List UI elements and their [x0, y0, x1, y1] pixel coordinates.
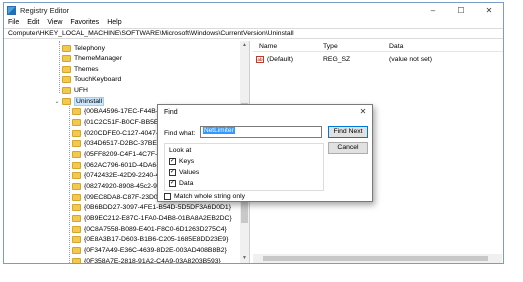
- horizontal-scroll-thumb[interactable]: [263, 256, 488, 261]
- folder-icon: [72, 108, 81, 116]
- look-at-group: Look at ✓ Keys ✓ Values ✓ Data: [164, 143, 324, 191]
- find-what-value: NetLimiter: [203, 127, 235, 134]
- value-type: REG_SZ: [323, 55, 351, 63]
- checkbox-checked-icon[interactable]: ✓: [169, 158, 176, 165]
- folder-icon: [72, 204, 81, 212]
- find-dialog-title[interactable]: Find: [158, 105, 372, 119]
- tree-item-label: UFH: [74, 87, 88, 95]
- folder-icon: [72, 214, 81, 222]
- match-whole-string-label: Match whole string only: [174, 193, 246, 200]
- minimize-button[interactable]: –: [419, 3, 447, 17]
- folder-icon: [62, 65, 71, 73]
- value-data: (value not set): [389, 55, 433, 63]
- menu-bar: File Edit View Favorites Help: [4, 17, 503, 28]
- find-what-label: Find what:: [164, 130, 196, 137]
- tree-item[interactable]: UFH: [62, 86, 88, 96]
- folder-icon: [72, 129, 81, 137]
- tree-item[interactable]: {0B6BDD27-3097-4FE1-B54D-5D5DF3A6D0D1}: [72, 203, 231, 213]
- checkbox-unchecked-icon[interactable]: [164, 193, 171, 200]
- menu-edit[interactable]: Edit: [27, 19, 39, 26]
- find-what-input[interactable]: NetLimiter: [200, 126, 322, 138]
- collapse-chevron-icon[interactable]: ⌄: [54, 98, 60, 105]
- folder-icon: [72, 151, 81, 158]
- folder-icon: [62, 55, 71, 63]
- tree-item[interactable]: TouchKeyboard: [62, 75, 121, 85]
- tree-guide: [59, 41, 60, 93]
- values-label: Values: [179, 169, 200, 176]
- folder-icon: [72, 193, 81, 201]
- folder-icon: [72, 140, 81, 148]
- tree-item-label: Themes: [74, 65, 99, 73]
- match-whole-string-checkbox[interactable]: Match whole string only: [164, 193, 245, 200]
- folder-icon: [72, 119, 81, 127]
- tree-item[interactable]: Telephony: [62, 43, 105, 53]
- menu-help[interactable]: Help: [107, 19, 121, 26]
- folder-icon: [62, 87, 71, 95]
- folder-icon: [72, 257, 81, 263]
- folder-icon: [62, 76, 71, 84]
- value-row[interactable]: ab (Default) REG_SZ (value not set): [253, 54, 503, 64]
- keys-checkbox[interactable]: ✓ Keys: [169, 158, 194, 165]
- tree-item[interactable]: {0E8A3B17-D603-B1B6-C205-1685E8DD23E9}: [72, 235, 228, 245]
- tree-item[interactable]: {0F347A49-E36C-4639-8D2E-003AD408B8B2}: [72, 245, 227, 255]
- find-dialog: Find ✕ Find what: NetLimiter Find Next C…: [157, 104, 373, 202]
- tree-item-uninstall[interactable]: ⌄ Uninstall: [54, 96, 105, 106]
- checkbox-checked-icon[interactable]: ✓: [169, 169, 176, 176]
- tree-item[interactable]: {0F358A7E-2818-91A2-C4A9-03A8203B593}: [72, 256, 221, 263]
- folder-icon: [62, 97, 71, 105]
- scroll-down-icon[interactable]: ▼: [240, 254, 249, 263]
- folder-icon: [72, 172, 81, 180]
- values-checkbox[interactable]: ✓ Values: [169, 169, 199, 176]
- string-value-icon: ab: [256, 55, 264, 63]
- menu-view[interactable]: View: [47, 19, 62, 26]
- folder-icon: [72, 246, 81, 254]
- tree-guide: [69, 99, 70, 263]
- address-bar[interactable]: Computer\HKEY_LOCAL_MACHINE\SOFTWARE\Mic…: [4, 28, 503, 39]
- tree-item[interactable]: {0C8A7558-B089-E401-F8C0-6D1263D275C4}: [72, 224, 227, 234]
- scroll-up-icon[interactable]: ▲: [240, 41, 249, 50]
- value-name: (Default): [267, 55, 294, 63]
- menu-favorites[interactable]: Favorites: [70, 19, 99, 26]
- address-path[interactable]: Computer\HKEY_LOCAL_MACHINE\SOFTWARE\Mic…: [8, 30, 294, 37]
- tree-item-label: TouchKeyboard: [74, 76, 122, 84]
- tree-item[interactable]: Themes: [62, 64, 99, 74]
- tree-item-label: {0F358A7E-2818-91A2-C4A9-03A8203B593}: [84, 257, 221, 264]
- folder-icon: [72, 236, 81, 244]
- column-type-header[interactable]: Type: [323, 43, 338, 50]
- folder-icon: [72, 225, 81, 233]
- maximize-button[interactable]: ☐: [447, 3, 475, 17]
- close-button[interactable]: ✕: [475, 3, 503, 17]
- find-dialog-close-icon[interactable]: ✕: [354, 105, 372, 119]
- window-title: Registry Editor: [20, 5, 70, 15]
- tree-item-label: {0B6BDD27-3097-4FE1-B54D-5D5DF3A6D0D1}: [84, 204, 231, 212]
- values-header: Name Type Data: [253, 41, 503, 52]
- window-controls: – ☐ ✕: [419, 3, 503, 17]
- registry-editor-icon: [7, 5, 16, 15]
- tree-item[interactable]: {0B9EC212-E87C-1FA0-D4B8-01BA8A2EB2DC}: [72, 213, 232, 223]
- tree-item-label: Telephony: [74, 44, 105, 52]
- checkbox-checked-icon[interactable]: ✓: [169, 180, 176, 187]
- look-at-label: Look at: [169, 147, 192, 154]
- folder-icon: [62, 44, 71, 52]
- tree-item[interactable]: ThemeManager: [62, 54, 122, 64]
- tree-item-label: ThemeManager: [74, 55, 122, 63]
- tree-item-label: {0E8A3B17-D603-B1B6-C205-1685E8DD23E9}: [84, 236, 229, 244]
- data-label: Data: [179, 180, 194, 187]
- column-name-header[interactable]: Name: [259, 43, 277, 50]
- find-next-button[interactable]: Find Next: [328, 126, 368, 138]
- values-horizontal-scrollbar[interactable]: [253, 254, 502, 263]
- cancel-button[interactable]: Cancel: [328, 142, 368, 154]
- tree-item-label: Uninstall: [74, 96, 105, 106]
- data-checkbox[interactable]: ✓ Data: [169, 180, 193, 187]
- keys-label: Keys: [179, 158, 195, 165]
- title-bar[interactable]: Registry Editor – ☐ ✕: [4, 3, 503, 17]
- column-data-header[interactable]: Data: [389, 43, 403, 50]
- tree-item-label: {0F347A49-E36C-4639-8D2E-003AD408B8B2}: [84, 246, 227, 254]
- tree-item-label: {0B9EC212-E87C-1FA0-D4B8-01BA8A2EB2DC}: [84, 214, 232, 222]
- menu-file[interactable]: File: [8, 19, 19, 26]
- folder-icon: [72, 161, 81, 169]
- tree-item-label: {0C8A7558-B089-E401-F8C0-6D1263D275C4}: [84, 225, 227, 233]
- folder-icon: [72, 182, 81, 190]
